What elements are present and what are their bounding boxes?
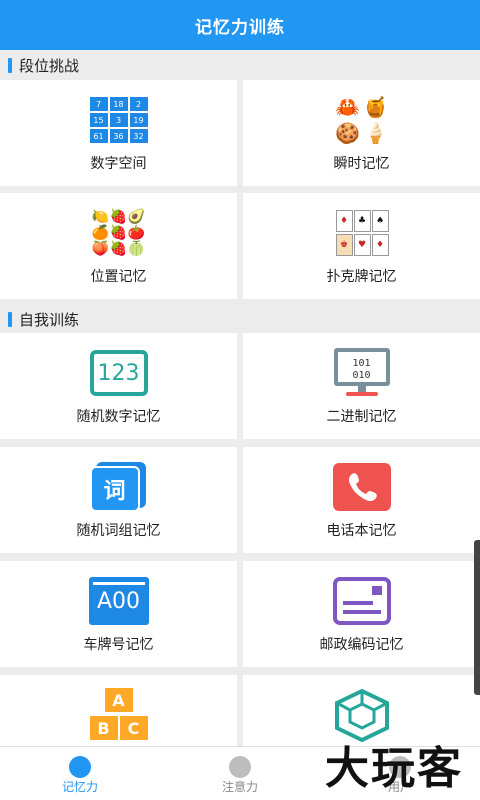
scrollbar-handle[interactable] xyxy=(474,540,480,695)
page-title: 记忆力训练 xyxy=(195,17,285,38)
card-poker-memory[interactable]: ♦ ♣ ♠ ♚ ♥ ♦ 扑克牌记忆 xyxy=(243,193,480,299)
eye-icon xyxy=(229,756,251,778)
nav-label: 记忆力 xyxy=(61,780,98,794)
peach-icon: 🍑 xyxy=(91,241,110,257)
cookie-icon: 🍪 xyxy=(335,121,360,145)
avocado-icon: 🥑 xyxy=(127,209,146,225)
strawberry-icon: 🍓 xyxy=(109,209,128,225)
icon-text: A00 xyxy=(96,589,141,614)
ice-cream-icon: 🍦 xyxy=(363,121,388,145)
card-label: 电话本记忆 xyxy=(326,523,397,539)
binary-line: 010 xyxy=(352,370,371,381)
tomato-icon: 🍅 xyxy=(127,225,146,241)
grid-cell: 61 xyxy=(89,129,108,143)
section-title: 段位挑战 xyxy=(19,56,80,75)
nav-label: 注意力 xyxy=(221,780,258,794)
card-label: 数字空间 xyxy=(90,156,147,172)
food-icons: 🦀 🍯 🍪 🍦 xyxy=(330,93,394,147)
word-book-icon: 词 xyxy=(87,460,151,514)
crab-icon: 🦀 xyxy=(335,95,360,119)
strawberry-icon: 🍓 xyxy=(109,241,128,257)
phone-icon xyxy=(330,460,394,514)
card-label: 随机数字记忆 xyxy=(76,409,161,425)
card-face: ♣ xyxy=(353,210,371,232)
watermark: 大玩客 xyxy=(325,743,463,794)
card-binary[interactable]: 101 010 二进制记忆 xyxy=(243,333,480,439)
melon-icon: 🍈 xyxy=(127,241,146,257)
card-label: 随机词组记忆 xyxy=(76,523,161,539)
brain-icon xyxy=(69,756,91,778)
card-face: ♚ xyxy=(335,234,353,256)
grid-cell: 3 xyxy=(109,113,128,127)
card-random-number[interactable]: 123 随机数字记忆 xyxy=(0,333,237,439)
nav-tab-attention[interactable]: 注意力 xyxy=(160,747,320,800)
card-phonebook[interactable]: 电话本记忆 xyxy=(243,447,480,553)
card-label: 二进制记忆 xyxy=(326,409,397,425)
card-face: ♦ xyxy=(335,210,353,232)
card-number-space[interactable]: 7 18 2 15 3 19 61 36 32 数字空间 xyxy=(0,80,237,186)
envelope-icon xyxy=(330,574,394,628)
card-position-memory[interactable]: 🍋 🍓 🥑 🍊 🍓 🍅 🍑 🍓 🍈 位置记忆 xyxy=(0,193,237,299)
card-label: 邮政编码记忆 xyxy=(319,637,404,653)
abc-blocks-icon: A B C xyxy=(87,688,151,742)
grid-cell: 32 xyxy=(129,129,148,143)
card-postal-code[interactable]: 邮政编码记忆 xyxy=(243,561,480,667)
binary-line: 101 xyxy=(352,358,371,369)
card-face: ♠ xyxy=(371,210,389,232)
number-grid-icon: 7 18 2 15 3 19 61 36 32 xyxy=(87,93,151,147)
card-label: 位置记忆 xyxy=(90,269,147,285)
card-label: 扑克牌记忆 xyxy=(326,269,397,285)
grid-cell: 2 xyxy=(129,97,148,111)
section-accent-bar xyxy=(8,311,12,327)
nav-tab-memory[interactable]: 记忆力 xyxy=(0,747,160,800)
grid-cell: 15 xyxy=(89,113,108,127)
card-random-words[interactable]: 词 随机词组记忆 xyxy=(0,447,237,553)
card-face: ♥ xyxy=(353,234,371,256)
grid-cell: 36 xyxy=(109,129,128,143)
playing-cards-icon: ♦ ♣ ♠ ♚ ♥ ♦ xyxy=(330,206,394,260)
section-header-self-training: 自我训练 xyxy=(0,306,480,332)
block-c: C xyxy=(119,716,148,740)
card-license-plate[interactable]: A00 车牌号记忆 xyxy=(0,561,237,667)
block-b: B xyxy=(89,716,118,740)
orange-icon: 🍊 xyxy=(91,225,110,241)
grid-cell: 7 xyxy=(89,97,108,111)
fruit-icons: 🍋 🍓 🥑 🍊 🍓 🍅 🍑 🍓 🍈 xyxy=(87,206,151,260)
card-face: ♦ xyxy=(371,234,389,256)
card-label: 瞬时记忆 xyxy=(333,156,390,172)
license-plate-icon: A00 xyxy=(87,574,151,628)
icon-text: 词 xyxy=(103,479,126,504)
card-instant-memory[interactable]: 🦀 🍯 🍪 🍦 瞬时记忆 xyxy=(243,80,480,186)
card-label: 车牌号记忆 xyxy=(83,637,154,653)
strawberry-icon: 🍓 xyxy=(109,225,128,241)
block-a: A xyxy=(104,688,133,712)
section-title: 自我训练 xyxy=(19,310,80,329)
grid-cell: 19 xyxy=(129,113,148,127)
app-header: 记忆力训练 xyxy=(0,0,480,50)
grid-cell: 18 xyxy=(109,97,128,111)
lemon-icon: 🍋 xyxy=(91,209,110,225)
section-header-rank-challenge: 段位挑战 xyxy=(0,52,480,78)
icon-text: 123 xyxy=(97,360,140,386)
section-accent-bar xyxy=(8,57,12,73)
jar-icon: 🍯 xyxy=(363,95,388,119)
number-123-icon: 123 xyxy=(87,346,151,400)
monitor-binary-icon: 101 010 xyxy=(330,346,394,400)
